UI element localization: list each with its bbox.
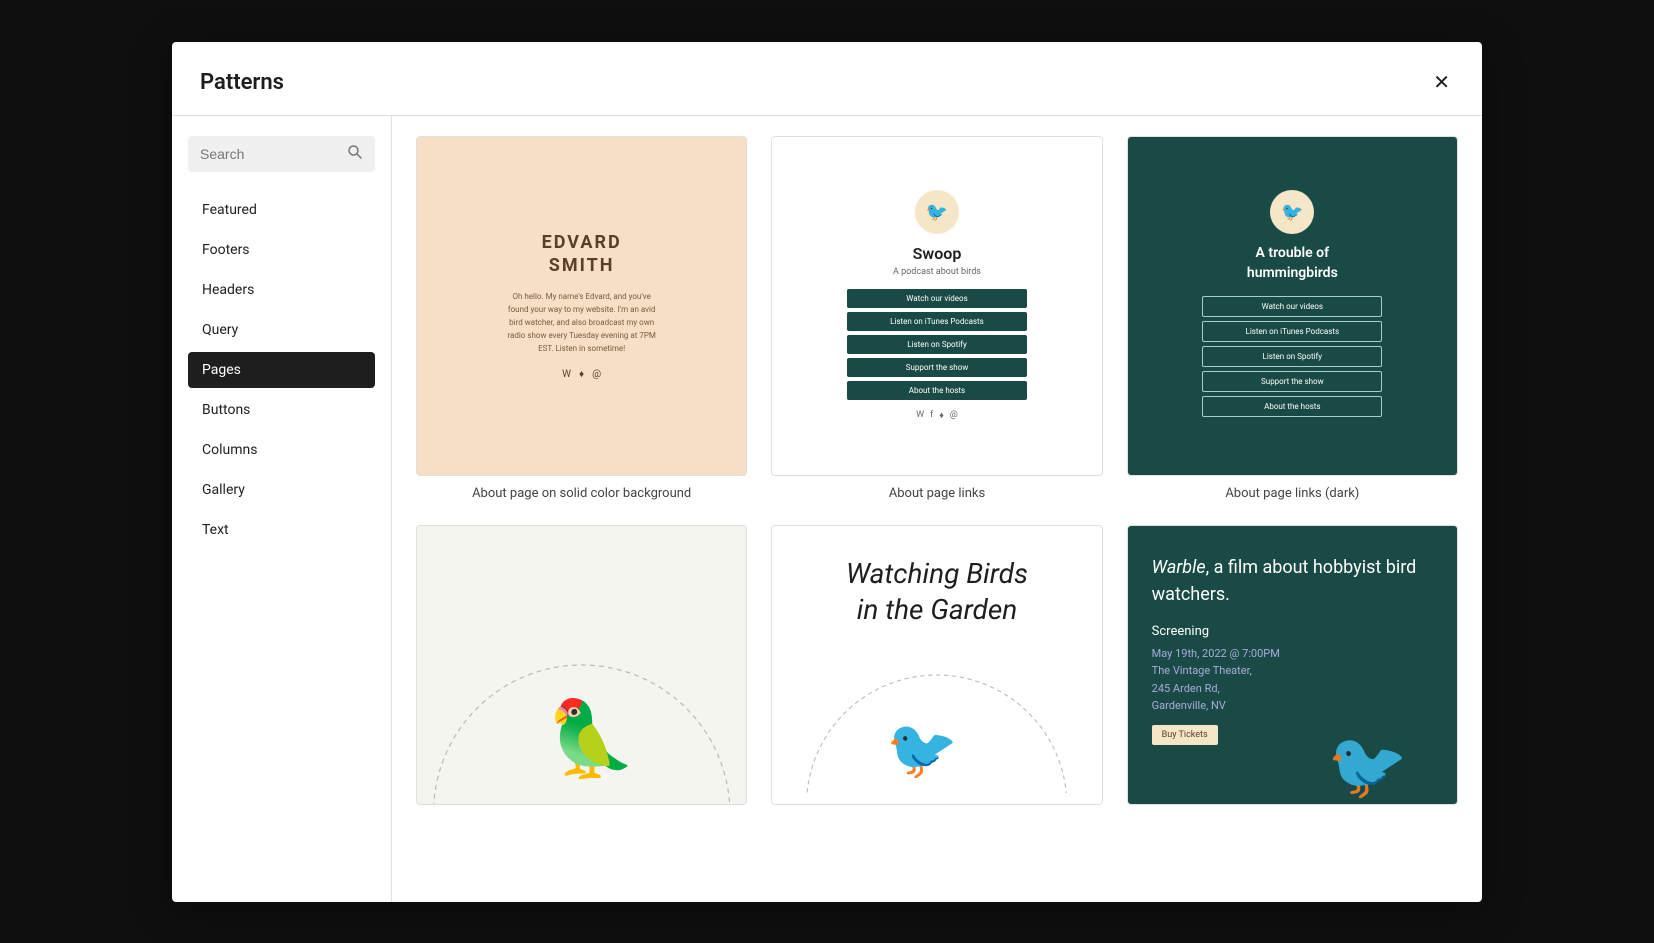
pattern-preview-about-links[interactable]: 🐦 Swoop A podcast about birds Watch our … bbox=[771, 136, 1102, 476]
warble-title: Warble, a film about hobbyist bird watch… bbox=[1152, 554, 1433, 608]
pattern-card-about-dark: 🐦 A trouble ofhummingbirds Watch our vid… bbox=[1127, 136, 1458, 501]
instagram-icon: @ bbox=[592, 369, 601, 380]
search-input[interactable] bbox=[200, 146, 339, 162]
pattern-preview-about-dark[interactable]: 🐦 A trouble ofhummingbirds Watch our vid… bbox=[1127, 136, 1458, 476]
modal-header: Patterns ✕ bbox=[172, 42, 1482, 116]
bird-avatar-dark: 🐦 bbox=[1270, 190, 1314, 234]
pattern-label-about-dark: About page links (dark) bbox=[1127, 486, 1458, 501]
search-icon bbox=[347, 144, 363, 164]
bird1-emoji: 🦜 bbox=[545, 693, 637, 782]
btn-watch-videos: Watch our videos bbox=[847, 289, 1027, 308]
sidebar-item-pages[interactable]: Pages bbox=[188, 352, 375, 388]
screening-label: Screening bbox=[1152, 624, 1209, 639]
pattern-card-about-solid: EDVARDSMITH Oh hello. My name's Edvard, … bbox=[416, 136, 747, 501]
pattern-card-watching: Watching Birdsin the Garden 🐦 bbox=[771, 525, 1102, 815]
preview-content-peach: EDVARDSMITH Oh hello. My name's Edvard, … bbox=[502, 231, 662, 381]
sidebar: Featured Footers Headers Query Pages But… bbox=[172, 116, 392, 902]
facebook-icon: f bbox=[930, 410, 933, 421]
btn-itunes-dark: Listen on iTunes Podcasts bbox=[1202, 321, 1382, 342]
buy-tickets-button[interactable]: Buy Tickets bbox=[1152, 725, 1218, 745]
preview-social-icons: W ♦ @ bbox=[502, 369, 662, 380]
btn-about-hosts: About the hosts bbox=[847, 381, 1027, 400]
wp-icon: W bbox=[916, 410, 924, 421]
bird1-svg: 🦜 bbox=[417, 526, 746, 804]
instagram-icon: @ bbox=[950, 410, 958, 421]
sidebar-item-buttons[interactable]: Buttons bbox=[188, 392, 375, 428]
btn-about-hosts-dark: About the hosts bbox=[1202, 396, 1382, 417]
sidebar-item-footers[interactable]: Footers bbox=[188, 232, 375, 268]
patterns-modal: Patterns ✕ Featured bbox=[172, 42, 1482, 902]
pattern-card-warble: Warble, a film about hobbyist bird watch… bbox=[1127, 525, 1458, 815]
warble-bird-illustration: 🐦 bbox=[1317, 700, 1457, 804]
modal-body: Featured Footers Headers Query Pages But… bbox=[172, 116, 1482, 902]
warble-bird-svg: 🐦 bbox=[1317, 700, 1457, 800]
swoop-subtitle: A podcast about birds bbox=[847, 267, 1027, 277]
preview-content-dark: 🐦 A trouble ofhummingbirds Watch our vid… bbox=[1202, 190, 1382, 420]
main-content: EDVARDSMITH Oh hello. My name's Edvard, … bbox=[392, 116, 1482, 902]
pattern-preview-about-solid[interactable]: EDVARDSMITH Oh hello. My name's Edvard, … bbox=[416, 136, 747, 476]
dark-title: A trouble ofhummingbirds bbox=[1202, 244, 1382, 283]
btn-support: Support the show bbox=[847, 358, 1027, 377]
search-box[interactable] bbox=[188, 136, 375, 172]
sidebar-item-text[interactable]: Text bbox=[188, 512, 375, 548]
preview-name: EDVARDSMITH bbox=[502, 231, 662, 278]
pattern-preview-bird1[interactable]: 🦜 bbox=[416, 525, 747, 805]
btn-watch-videos-dark: Watch our videos bbox=[1202, 296, 1382, 317]
btn-spotify-dark: Listen on Spotify bbox=[1202, 346, 1382, 367]
sidebar-item-featured[interactable]: Featured bbox=[188, 192, 375, 228]
pattern-card-about-links: 🐦 Swoop A podcast about birds Watch our … bbox=[771, 136, 1102, 501]
patterns-grid: EDVARDSMITH Oh hello. My name's Edvard, … bbox=[416, 136, 1458, 815]
twitter-icon: ♦ bbox=[579, 369, 584, 380]
close-button[interactable]: ✕ bbox=[1429, 66, 1454, 99]
modal-title: Patterns bbox=[200, 70, 284, 95]
sidebar-item-headers[interactable]: Headers bbox=[188, 272, 375, 308]
bird-avatar: 🐦 bbox=[915, 190, 959, 234]
btn-spotify: Listen on Spotify bbox=[847, 335, 1027, 354]
warble-bird-emoji: 🐦 bbox=[1327, 728, 1408, 800]
swoop-title: Swoop bbox=[847, 244, 1027, 263]
preview-desc: Oh hello. My name's Edvard, and you've f… bbox=[502, 291, 662, 355]
watching-title: Watching Birdsin the Garden bbox=[846, 556, 1028, 629]
btn-itunes: Listen on iTunes Podcasts bbox=[847, 312, 1027, 331]
sidebar-item-columns[interactable]: Columns bbox=[188, 432, 375, 468]
pattern-preview-watching[interactable]: Watching Birdsin the Garden 🐦 bbox=[771, 525, 1102, 805]
screening-info: May 19th, 2022 @ 7:00PM The Vintage Thea… bbox=[1152, 645, 1280, 715]
pattern-card-bird1: 🦜 bbox=[416, 525, 747, 815]
wp-icon: W bbox=[562, 369, 571, 380]
twitter-icon: ♦ bbox=[939, 410, 944, 421]
pattern-preview-warble[interactable]: Warble, a film about hobbyist bird watch… bbox=[1127, 525, 1458, 805]
sidebar-item-gallery[interactable]: Gallery bbox=[188, 472, 375, 508]
social-icons-links: W f ♦ @ bbox=[847, 410, 1027, 421]
watching-bird-emoji: 🐦 bbox=[886, 716, 958, 784]
preview-content-links: 🐦 Swoop A podcast about birds Watch our … bbox=[847, 190, 1027, 421]
pattern-label-about-links: About page links bbox=[771, 486, 1102, 501]
btn-support-dark: Support the show bbox=[1202, 371, 1382, 392]
sidebar-item-query[interactable]: Query bbox=[188, 312, 375, 348]
pattern-label-about-solid: About page on solid color background bbox=[416, 486, 747, 501]
watching-svg: 🐦 bbox=[792, 644, 1081, 793]
